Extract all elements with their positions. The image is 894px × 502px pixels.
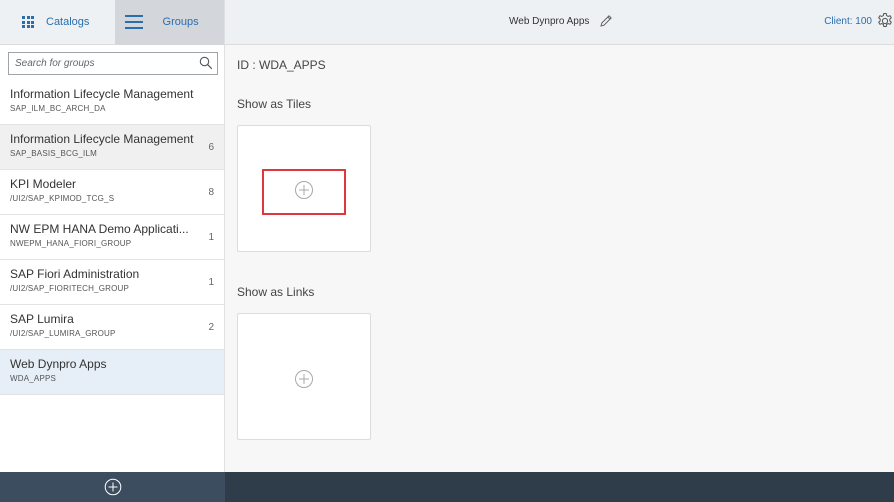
show-as-links-label: Show as Links (237, 285, 315, 299)
group-count: 1 (208, 277, 214, 288)
tab-catalogs[interactable]: Catalogs (0, 0, 115, 45)
group-count: 1 (208, 232, 214, 243)
gear-icon[interactable] (876, 12, 894, 30)
bottom-bar (225, 472, 894, 502)
group-item-selected[interactable]: Web Dynpro Apps WDA_APPS (0, 350, 224, 395)
group-title: Web Dynpro Apps (10, 357, 107, 371)
search-icon[interactable] (199, 56, 213, 70)
group-id: /UI2/SAP_LUMIRA_GROUP (10, 329, 116, 338)
show-as-tiles-label: Show as Tiles (237, 97, 312, 111)
group-title: SAP Fiori Administration (10, 267, 140, 281)
add-tile[interactable] (237, 125, 371, 252)
group-id: /UI2/SAP_FIORITECH_GROUP (10, 284, 130, 293)
tab-catalogs-label: Catalogs (46, 16, 90, 28)
add-link-icon[interactable] (294, 369, 314, 389)
group-item[interactable]: Information Lifecycle Management SAP_BAS… (0, 125, 224, 170)
add-link-tile[interactable] (237, 313, 371, 440)
tab-groups[interactable]: Groups (114, 0, 224, 45)
group-title: Information Lifecycle Management (10, 132, 194, 146)
group-count: 8 (208, 187, 214, 198)
group-list: Information Lifecycle Management SAP_ILM… (0, 80, 224, 395)
highlight-box (262, 169, 346, 215)
group-count: 2 (208, 322, 214, 333)
client-label: Client: 100 (824, 16, 872, 27)
group-id: SAP_BASIS_BCG_ILM (10, 149, 97, 158)
search-input[interactable] (9, 58, 194, 69)
sidebar-header: Catalogs Groups (0, 0, 224, 45)
group-id: WDA_APPS (10, 374, 57, 383)
group-title: SAP Lumira (10, 312, 74, 326)
group-id: NWEPM_HANA_FIORI_GROUP (10, 239, 132, 248)
group-id: /UI2/SAP_KPIMOD_TCG_S (10, 194, 115, 203)
add-group-icon[interactable] (104, 478, 122, 496)
group-item[interactable]: NW EPM HANA Demo Applicati... NWEPM_HANA… (0, 215, 224, 260)
page-title: Web Dynpro Apps (509, 16, 590, 27)
group-count: 6 (208, 142, 214, 153)
group-item[interactable]: KPI Modeler /UI2/SAP_KPIMOD_TCG_S 8 (0, 170, 224, 215)
group-title: Information Lifecycle Management (10, 87, 194, 101)
main-content: ID : WDA_APPS Show as Tiles Show as Link… (225, 45, 894, 472)
group-id: SAP_ILM_BC_ARCH_DA (10, 104, 106, 113)
grid-icon (22, 16, 35, 28)
top-bar: Web Dynpro Apps Client: 100 (225, 0, 894, 45)
group-title: NW EPM HANA Demo Applicati... (10, 222, 189, 236)
group-item[interactable]: SAP Lumira /UI2/SAP_LUMIRA_GROUP 2 (0, 305, 224, 350)
sidebar: Catalogs Groups Information Lifecycle Ma… (0, 0, 225, 502)
sidebar-footer (0, 472, 225, 502)
pencil-icon[interactable] (599, 14, 613, 28)
group-item[interactable]: SAP Fiori Administration /UI2/SAP_FIORIT… (0, 260, 224, 305)
tab-groups-label: Groups (162, 16, 199, 28)
group-title: KPI Modeler (10, 177, 77, 191)
hamburger-icon (124, 15, 143, 29)
group-item[interactable]: Information Lifecycle Management SAP_ILM… (0, 80, 224, 125)
search-box (8, 52, 218, 75)
group-id-label: ID : WDA_APPS (237, 58, 326, 72)
